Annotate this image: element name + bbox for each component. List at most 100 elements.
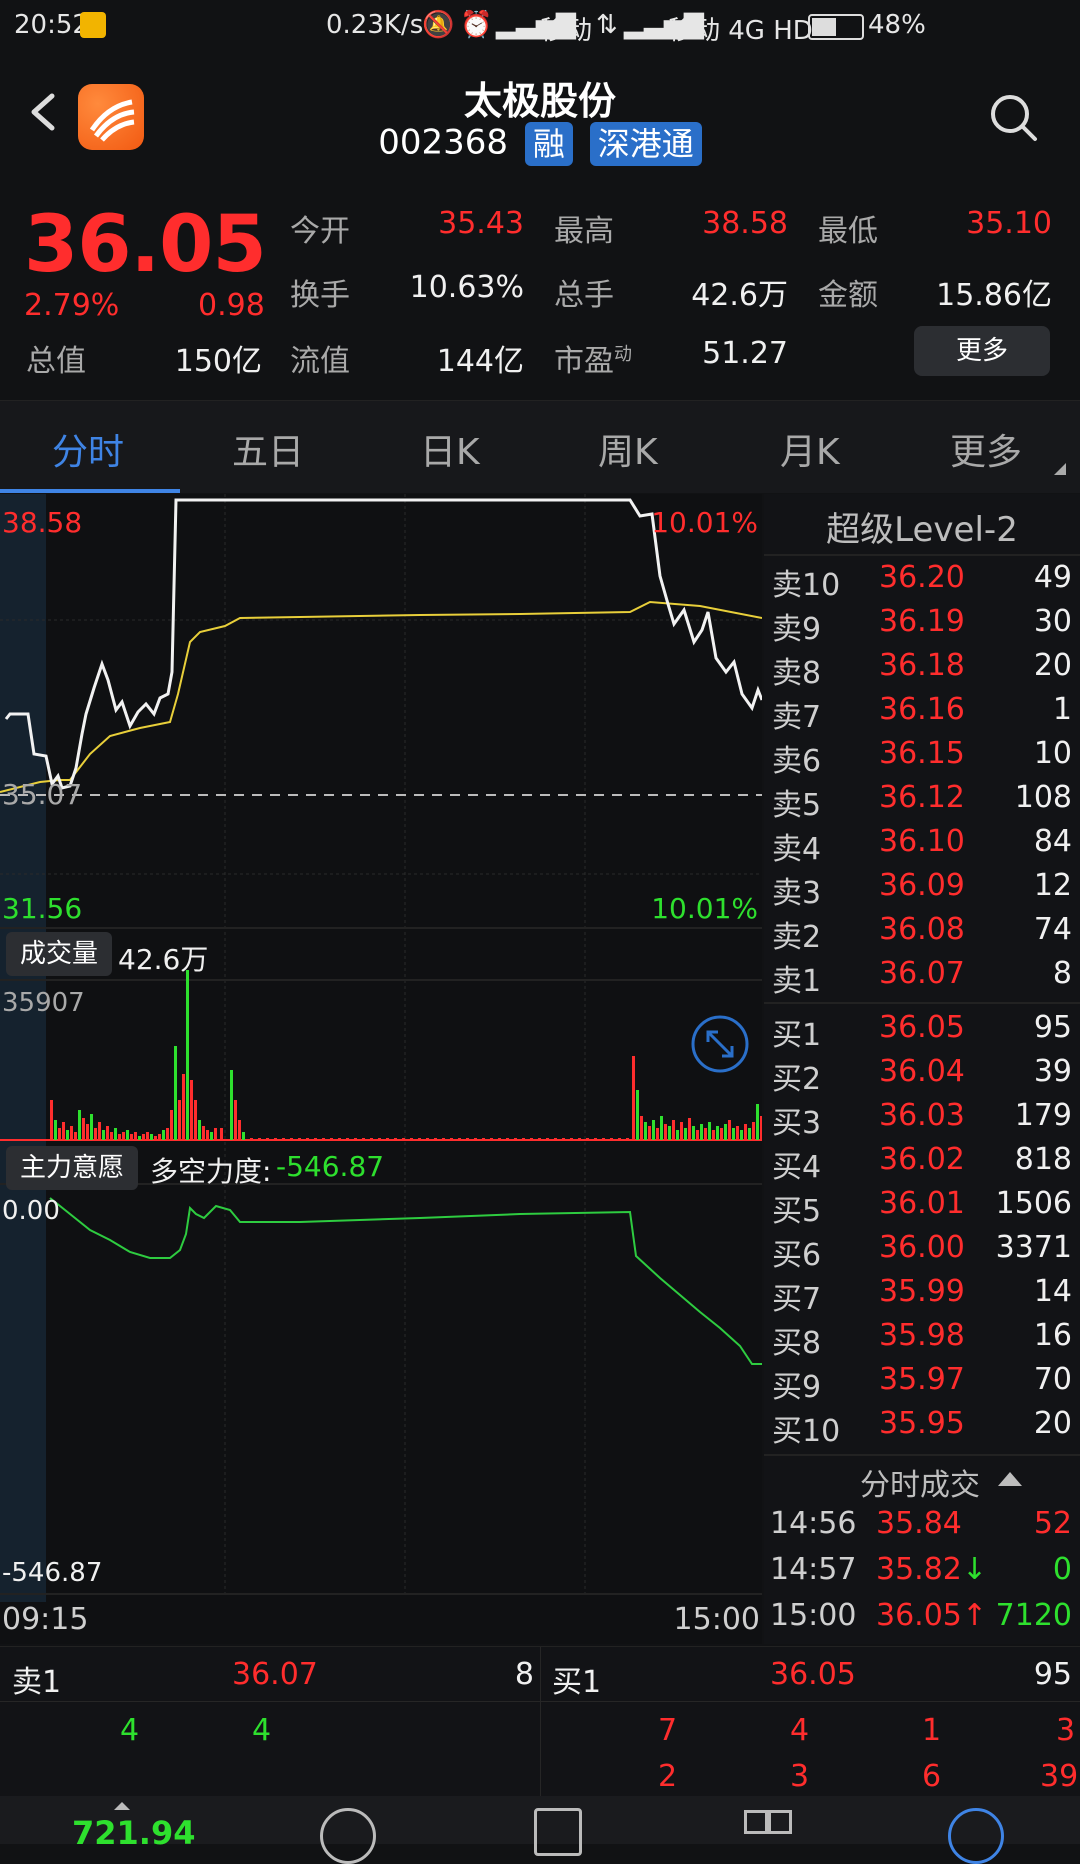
tab-daily-k[interactable]: 日K	[420, 423, 480, 475]
level-label: 卖8	[772, 656, 822, 691]
force-line	[49, 1197, 762, 1365]
index-value[interactable]: 721.94	[72, 1814, 195, 1852]
trade-row: 14:56 35.84 52	[764, 1506, 1080, 1552]
force-top-value: 0.00	[2, 1196, 60, 1226]
bid-row[interactable]: 买6 36.00 3371	[764, 1230, 1080, 1274]
volume-bar	[538, 1138, 541, 1140]
bid-row[interactable]: 买10 35.95 20	[764, 1406, 1080, 1450]
level-qty: 84	[1033, 824, 1072, 859]
level-price: 36.04	[879, 1054, 965, 1089]
book-divider	[764, 1002, 1080, 1004]
ask-row[interactable]: 卖1 36.07 8	[764, 956, 1080, 1000]
level-label: 卖4	[772, 832, 822, 867]
volume-bar	[186, 970, 189, 1140]
volume-bar	[656, 1128, 659, 1140]
book-title-divider	[764, 554, 1080, 556]
app-notification-icon	[80, 12, 106, 38]
force-value: -546.87	[276, 1150, 385, 1183]
level-price: 36.16	[879, 692, 965, 727]
trade-icon[interactable]	[320, 1808, 376, 1864]
ask-row[interactable]: 卖2 36.08 74	[764, 912, 1080, 956]
trade-price: 35.82↓	[876, 1552, 988, 1587]
bid-row[interactable]: 买4 36.02 818	[764, 1142, 1080, 1186]
force-bottom-value: -546.87	[2, 1558, 103, 1588]
level-label: 买5	[772, 1194, 822, 1229]
volume-value: 42.6万	[691, 278, 788, 313]
amount-label: 金额	[818, 278, 878, 313]
volume-bar	[530, 1138, 533, 1140]
index-expand-icon[interactable]	[114, 1802, 130, 1810]
order-book: 超级Level-2 卖10 36.20 49 卖9 36.19 30 卖8 36.18 20 卖7…	[764, 494, 1080, 1644]
carrier-2: 移动 4G HD	[668, 16, 813, 46]
edit-icon[interactable]	[534, 1808, 582, 1856]
stock-code: 002368	[378, 122, 509, 163]
ask-row[interactable]: 卖10 36.20 49	[764, 560, 1080, 604]
level-label: 买7	[772, 1282, 822, 1317]
volume-tag[interactable]: 成交量	[6, 932, 113, 976]
bid-row[interactable]: 买5 36.01 1506	[764, 1186, 1080, 1230]
volume-bar	[106, 1126, 109, 1140]
add-watchlist-icon[interactable]	[948, 1808, 1004, 1864]
volume-bar	[274, 1138, 277, 1140]
tab-five-day[interactable]: 五日	[232, 423, 304, 475]
trade-volume: 52	[1033, 1506, 1072, 1541]
trade-direction-icon: ↑	[961, 1598, 988, 1633]
volume-bar	[442, 1138, 445, 1140]
ask-row[interactable]: 卖6 36.15 10	[764, 736, 1080, 780]
order-queue: 卖1 36.07 8 买1 36.05 95 4 4 7 4 1 3 2 3 6…	[0, 1646, 1080, 1797]
volume-bar	[708, 1122, 711, 1140]
status-bar: 20:52 0.23K/s 🔕 ⏰ ▂▃▅▇ 移动 ⇅ ▂▃▅▇ 移动 4G H…	[0, 0, 1080, 52]
volume-bar	[110, 1132, 113, 1140]
volume-bar	[174, 1046, 177, 1140]
buy-order-4: 3	[1056, 1713, 1076, 1748]
bid-row[interactable]: 买9 35.97 70	[764, 1362, 1080, 1406]
volume-bar	[490, 1138, 493, 1140]
more-quote-button[interactable]: 更多	[914, 326, 1050, 376]
bid-row[interactable]: 买1 36.05 95	[764, 1010, 1080, 1054]
volume-bar	[610, 1138, 613, 1140]
volume-max: 35907	[2, 988, 85, 1018]
bid-row[interactable]: 买2 36.04 39	[764, 1054, 1080, 1098]
level-qty: 16	[1033, 1318, 1072, 1353]
open-label: 今开	[290, 214, 350, 249]
search-icon[interactable]	[988, 92, 1038, 142]
bid-row[interactable]: 买8 35.98 16	[764, 1318, 1080, 1362]
tab-weekly-k[interactable]: 周K	[598, 423, 658, 475]
level-qty: 3371	[995, 1230, 1072, 1265]
trades-expand-icon[interactable]	[998, 1472, 1022, 1486]
chart-tabs: 分时 五日 日K 周K 月K 更多	[0, 400, 1080, 493]
volume-bar	[190, 1080, 193, 1140]
volume-bar	[86, 1124, 89, 1140]
intraday-chart[interactable]: 38.58 10.01% 35.07 31.56 10.01% 成交量 42.6…	[0, 494, 762, 1644]
ask-row[interactable]: 卖9 36.19 30	[764, 604, 1080, 648]
grid-menu-icon[interactable]	[744, 1810, 792, 1856]
grid-lines	[0, 494, 762, 1594]
volume-bar	[206, 1130, 209, 1140]
level-label: 买4	[772, 1150, 822, 1185]
tab-intraday[interactable]: 分时	[52, 423, 124, 475]
ask-row[interactable]: 卖5 36.12 108	[764, 780, 1080, 824]
level-qty: 8	[1052, 956, 1072, 991]
fullscreen-expand-icon[interactable]	[691, 1015, 749, 1073]
tab-more[interactable]: 更多	[950, 423, 1022, 475]
market-cap-value: 150亿	[174, 344, 262, 379]
trades-title[interactable]: 分时成交	[860, 1460, 980, 1504]
trade-price: 36.05↑	[876, 1598, 988, 1633]
level-price: 36.19	[879, 604, 965, 639]
main-force-tag[interactable]: 主力意愿	[6, 1146, 139, 1190]
volume-bar	[632, 1056, 635, 1140]
tab-monthly-k[interactable]: 月K	[780, 423, 840, 475]
bid-row[interactable]: 买7 35.99 14	[764, 1274, 1080, 1318]
ask-row[interactable]: 卖7 36.16 1	[764, 692, 1080, 736]
level2-title[interactable]: 超级Level-2	[764, 502, 1080, 551]
ask-row[interactable]: 卖4 36.10 84	[764, 824, 1080, 868]
bid-row[interactable]: 买3 36.03 179	[764, 1098, 1080, 1142]
volume-bar	[402, 1138, 405, 1140]
volume-bar	[554, 1138, 557, 1140]
level-price: 36.03	[879, 1098, 965, 1133]
battery-level: 48%	[868, 10, 926, 40]
ask-row[interactable]: 卖3 36.09 12	[764, 868, 1080, 912]
turnover-value: 10.63%	[409, 270, 524, 305]
ask-row[interactable]: 卖8 36.18 20	[764, 648, 1080, 692]
queue-buy-label: 买1	[552, 1665, 602, 1700]
